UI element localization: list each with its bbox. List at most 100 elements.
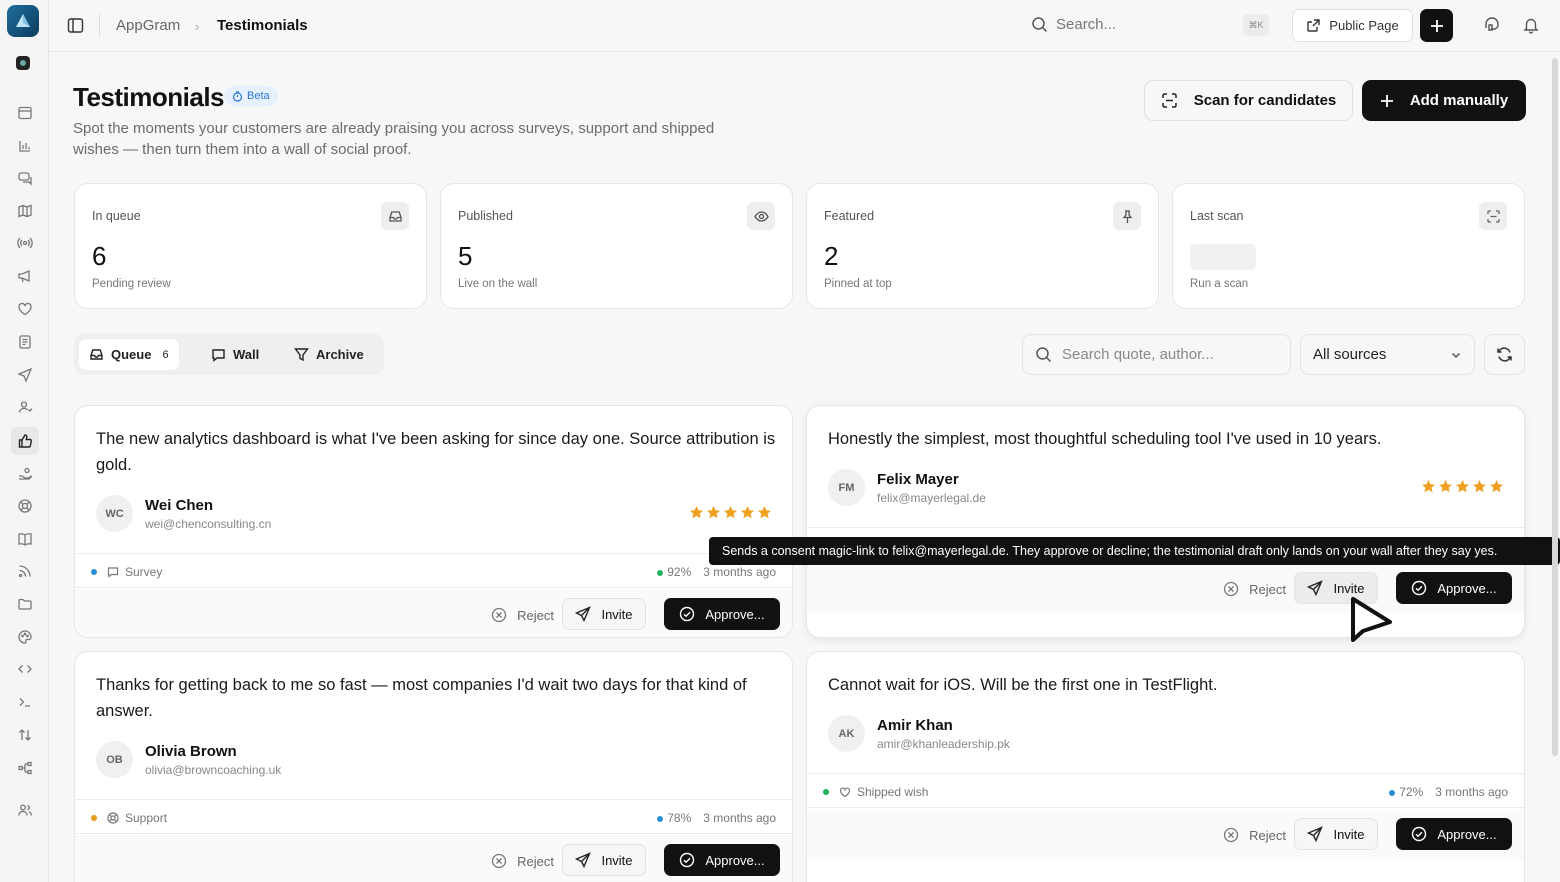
user-nav-icon[interactable] <box>14 396 36 418</box>
send-icon <box>575 852 592 868</box>
send-icon <box>1307 826 1324 842</box>
send-nav-icon[interactable] <box>14 364 36 386</box>
palette-nav-icon[interactable] <box>14 626 36 648</box>
approve-button[interactable]: Approve... <box>1396 818 1512 850</box>
tab-archive-label: Archive <box>316 347 364 362</box>
external-link-icon <box>1307 19 1320 32</box>
reject-label: Reject <box>1249 827 1286 843</box>
scrollbar[interactable] <box>1552 58 1558 756</box>
app-logo[interactable] <box>7 5 39 37</box>
document-nav-icon[interactable] <box>14 331 36 353</box>
timer-icon <box>232 90 243 102</box>
bell-icon[interactable] <box>1522 16 1540 34</box>
inbox-nav-icon[interactable] <box>14 102 36 124</box>
chat-nav-icon[interactable] <box>14 167 36 189</box>
invite-button[interactable]: Invite <box>562 598 646 630</box>
card-actions: Reject Invite Approve... <box>807 809 1524 859</box>
plus-icon <box>1430 19 1443 32</box>
source-select[interactable]: All sources <box>1300 334 1475 375</box>
stat-value: 6 <box>92 241 107 271</box>
reject-button[interactable]: Reject <box>1223 573 1286 605</box>
reject-button[interactable]: Reject <box>491 599 554 631</box>
quote-search-input[interactable]: Search quote, author... <box>1022 334 1291 375</box>
invite-button[interactable]: Invite <box>562 844 646 876</box>
breadcrumb-current: Testimonials <box>217 17 308 34</box>
inbox-icon <box>381 202 409 230</box>
team-nav-icon[interactable] <box>14 799 36 821</box>
stat-caption: Pending review <box>92 278 171 290</box>
score-value: 78% <box>667 811 692 825</box>
broadcast-nav-icon[interactable] <box>14 232 36 254</box>
reject-button[interactable]: Reject <box>491 845 554 877</box>
search-icon <box>1036 347 1052 363</box>
testimonial-quote: The new analytics dashboard is what I've… <box>96 430 776 474</box>
stat-value: 5 <box>458 241 473 271</box>
invite-label: Invite <box>601 852 633 868</box>
approve-button[interactable]: Approve... <box>1396 572 1512 604</box>
map-nav-icon[interactable] <box>14 200 36 222</box>
approve-label: Approve... <box>705 852 765 868</box>
create-button[interactable] <box>1420 9 1453 42</box>
timestamp: 3 months ago <box>703 565 776 579</box>
divider <box>99 14 100 36</box>
code-nav-icon[interactable] <box>14 658 36 680</box>
tab-wall[interactable]: Wall <box>201 339 269 370</box>
public-page-label: Public Page <box>1329 18 1399 33</box>
mouse-cursor-icon <box>1348 596 1396 650</box>
source-label: Support <box>125 811 168 825</box>
book-nav-icon[interactable] <box>14 528 36 550</box>
public-page-button[interactable]: Public Page <box>1292 9 1413 42</box>
source-dot <box>91 815 97 821</box>
x-circle-icon <box>491 853 507 869</box>
approve-button[interactable]: Approve... <box>664 844 780 876</box>
analytics-nav-icon[interactable] <box>14 135 36 157</box>
inbox-icon <box>90 349 103 360</box>
star-icon <box>758 506 771 519</box>
invite-label: Invite <box>1333 826 1365 842</box>
x-circle-icon <box>491 607 507 623</box>
source-dot <box>91 569 97 575</box>
refresh-button[interactable] <box>1484 334 1525 375</box>
page-title: Testimonials <box>73 82 225 112</box>
add-manually-button[interactable]: Add manually <box>1362 80 1526 121</box>
rss-nav-icon[interactable] <box>14 560 36 582</box>
terminal-nav-icon[interactable] <box>14 691 36 713</box>
star-icon <box>1422 480 1435 493</box>
tab-archive[interactable]: Archive <box>284 339 374 370</box>
breadcrumb-app[interactable]: AppGram <box>116 17 180 34</box>
x-circle-icon <box>1223 581 1239 597</box>
source-tag: Support <box>91 811 167 825</box>
star-icon <box>1473 480 1486 493</box>
source-select-value: All sources <box>1313 346 1387 363</box>
avatar: WC <box>96 495 133 532</box>
invite-button[interactable]: Invite <box>1294 818 1378 850</box>
testimonial-card: Cannot wait for iOS. Will be the first o… <box>806 651 1525 882</box>
check-circle-icon <box>1412 580 1427 596</box>
heart-nav-icon[interactable] <box>14 298 36 320</box>
scan-candidates-button[interactable]: Scan for candidates <box>1144 80 1353 121</box>
workflow-nav-icon[interactable] <box>14 757 36 779</box>
transfer-nav-icon[interactable] <box>14 724 36 746</box>
invite-tooltip: Sends a consent magic-link to felix@maye… <box>709 537 1560 565</box>
left-rail <box>0 0 49 882</box>
approve-label: Approve... <box>705 606 765 622</box>
folder-nav-icon[interactable] <box>14 593 36 615</box>
card-actions: Reject Invite Approve... <box>75 589 792 637</box>
lifebuoy-nav-icon[interactable] <box>14 495 36 517</box>
sidebar-toggle-icon[interactable] <box>67 17 84 34</box>
approve-label: Approve... <box>1437 826 1497 842</box>
workspace-icon[interactable] <box>16 56 30 70</box>
check-circle-icon <box>680 852 695 868</box>
global-search[interactable]: Search... <box>1031 16 1116 33</box>
star-icon <box>741 506 754 519</box>
reject-label: Reject <box>517 853 554 869</box>
source-tag: Shipped wish <box>823 785 928 799</box>
thumbs-up-nav-icon[interactable] <box>11 427 39 455</box>
handshake-nav-icon[interactable] <box>14 463 36 485</box>
score-value: 72% <box>1399 785 1424 799</box>
reject-button[interactable]: Reject <box>1223 819 1286 851</box>
approve-button[interactable]: Approve... <box>664 598 780 630</box>
help-chat-icon[interactable] <box>1483 16 1501 34</box>
megaphone-nav-icon[interactable] <box>14 265 36 287</box>
tab-queue[interactable]: Queue 6 <box>79 339 179 370</box>
